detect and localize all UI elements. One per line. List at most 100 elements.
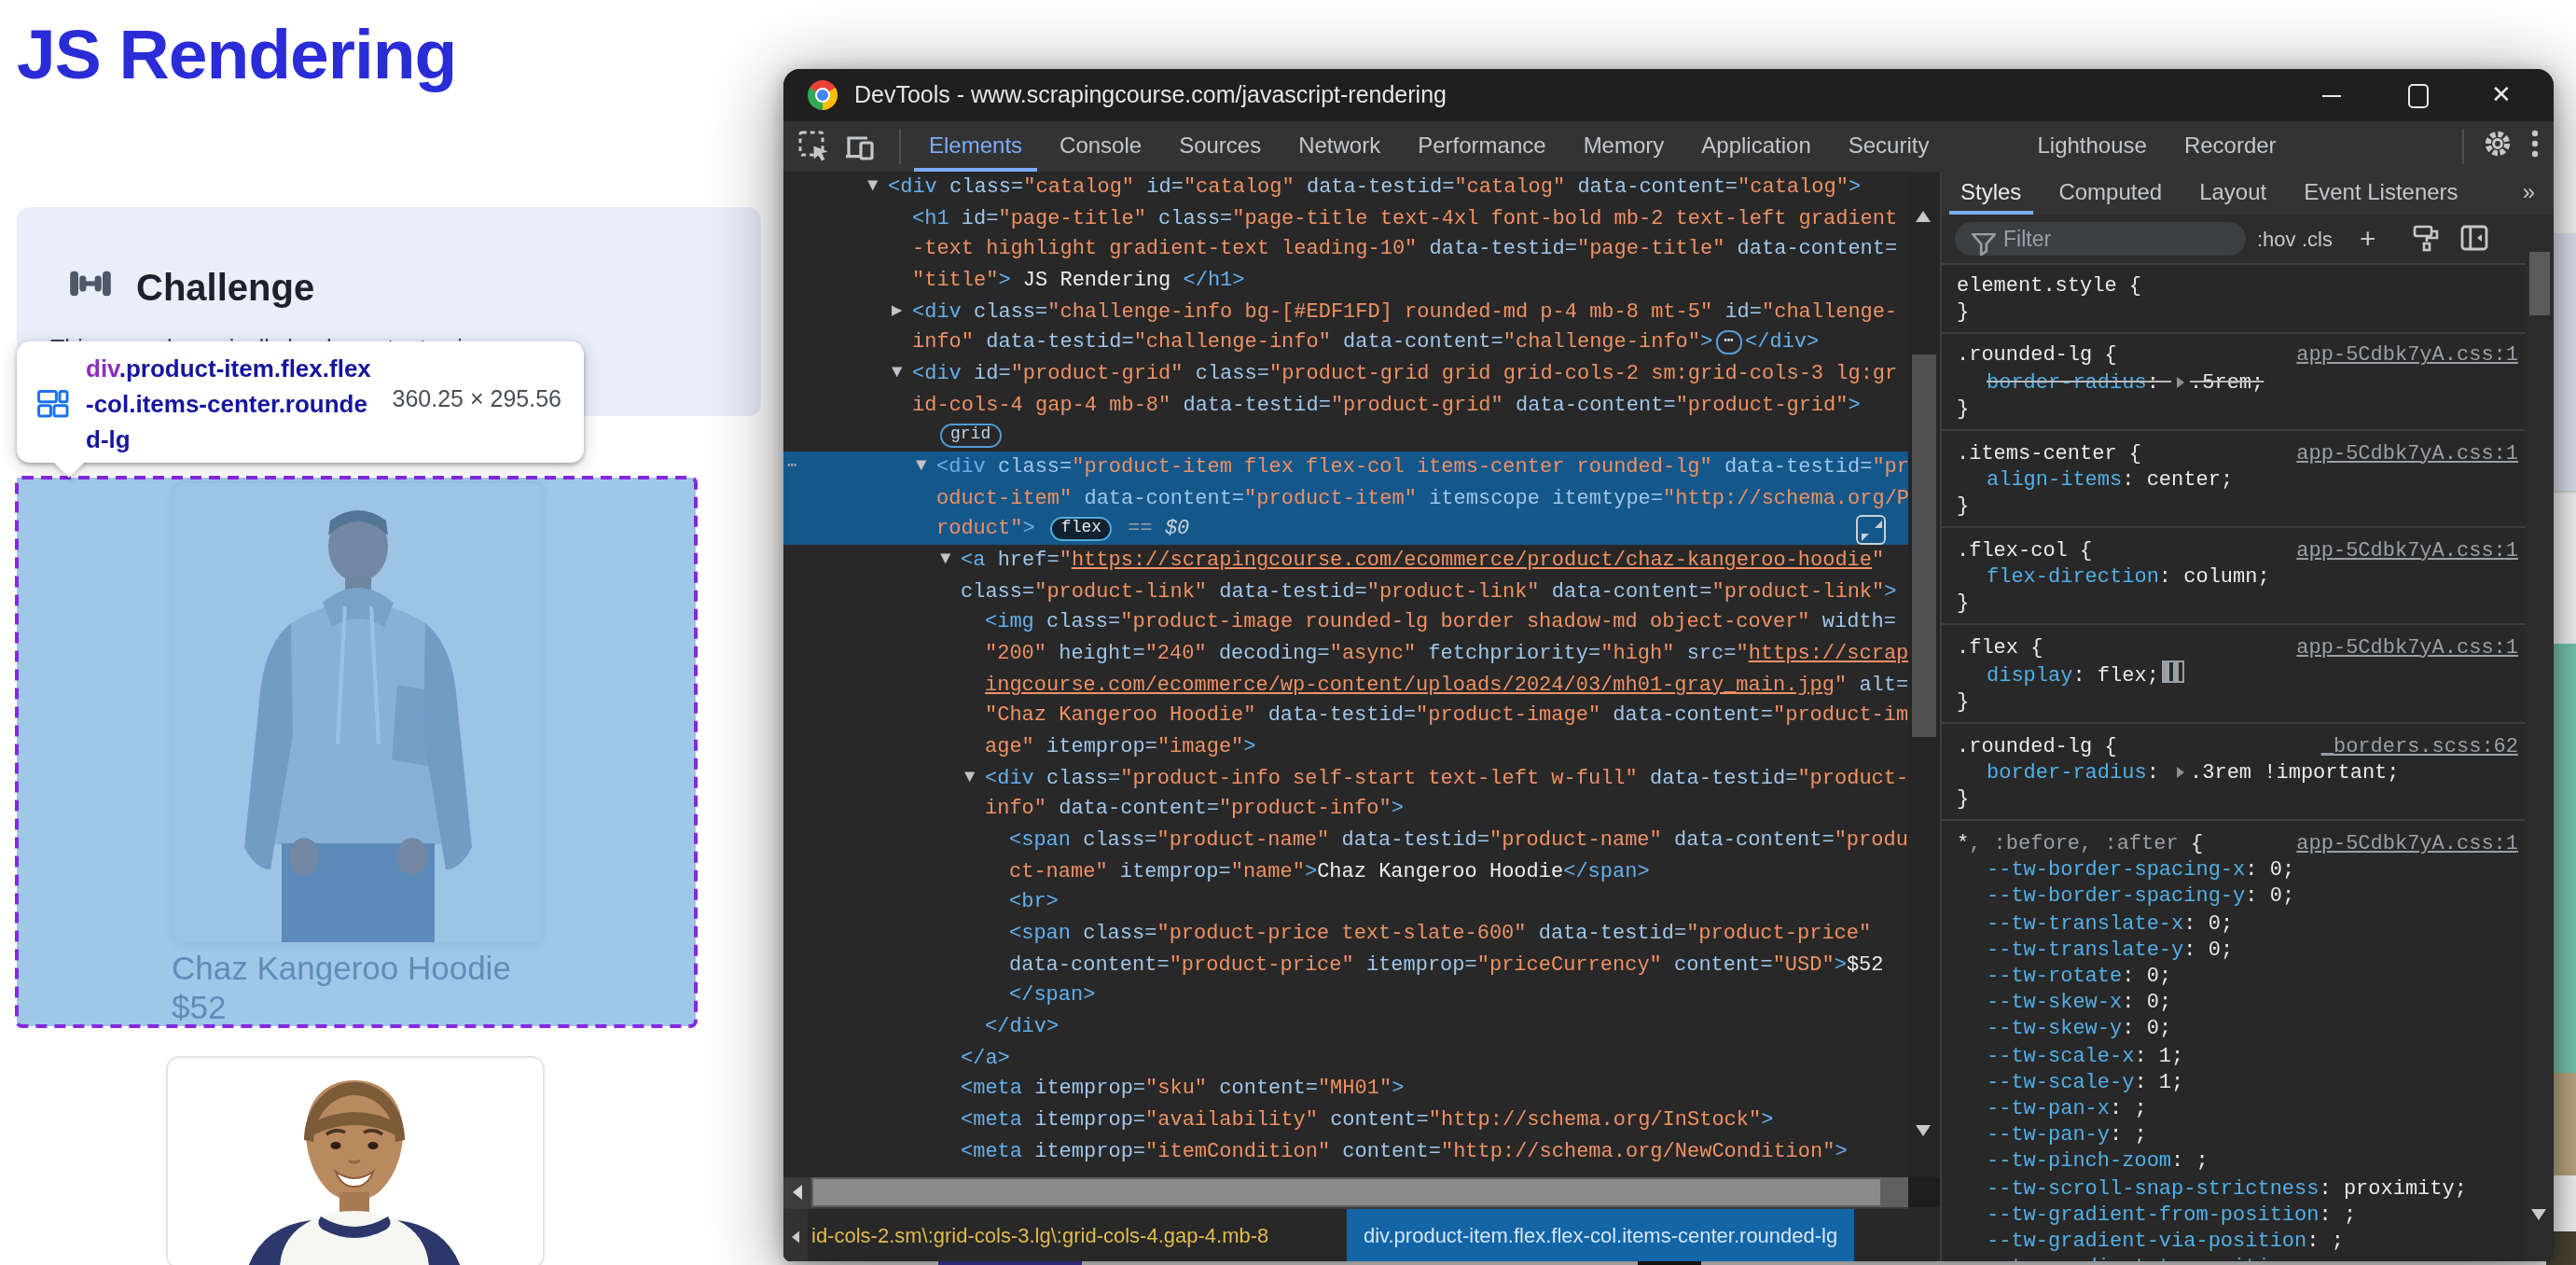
hidden-children-badge[interactable]: ⋯ xyxy=(1716,331,1741,354)
breadcrumb-scroll-left[interactable] xyxy=(783,1209,808,1261)
css-rule[interactable]: .items-center {app-5Cdbk7yA.css:1align-i… xyxy=(1942,431,2526,528)
flex-badge[interactable]: flex xyxy=(1051,517,1112,542)
sidebar-tab-layout[interactable]: Layout xyxy=(2181,172,2285,215)
css-property[interactable]: flex-direction: column; xyxy=(1957,563,2511,590)
code-line[interactable]: info" data-testid="challenge-info" data-… xyxy=(783,327,1908,358)
css-rule[interactable]: .rounded-lg {_borders.scss:62border-radi… xyxy=(1942,725,2526,822)
code-line[interactable]: </span> xyxy=(783,980,1908,1011)
stylesheet-link[interactable]: app-5Cdbk7yA.css:1 xyxy=(2296,830,2518,856)
device-toolbar-icon[interactable] xyxy=(845,131,877,162)
scroll-down-arrow[interactable] xyxy=(1916,1136,1931,1170)
stylesheet-link[interactable]: app-5Cdbk7yA.css:1 xyxy=(2296,439,2518,466)
css-rule[interactable]: element.style {} xyxy=(1942,263,2526,334)
hover-state-toggle[interactable]: :hov xyxy=(2257,215,2296,263)
new-style-rule-button[interactable]: + xyxy=(2360,215,2376,263)
styles-scroll-down-arrow[interactable] xyxy=(2531,1220,2546,1254)
code-line[interactable]: ▼<div class="product-info self-start tex… xyxy=(783,762,1908,793)
settings-gear-icon[interactable] xyxy=(2483,128,2513,165)
code-line[interactable]: </a> xyxy=(783,1043,1908,1074)
css-rule[interactable]: .flex-col {app-5Cdbk7yA.css:1flex-direct… xyxy=(1942,528,2526,625)
code-line[interactable]: oduct-item" data-content="product-item" … xyxy=(783,482,1908,513)
css-property[interactable]: --tw-scale-y: 1; xyxy=(1957,1069,2511,1095)
css-property[interactable]: --tw-gradient-to-position: ; xyxy=(1957,1254,2511,1261)
code-line[interactable]: grid xyxy=(783,421,1908,452)
breadcrumb-selected[interactable]: div.product-item.flex.flex-col.items-cen… xyxy=(1347,1209,1854,1261)
css-property[interactable]: border-radius: .3rem !important; xyxy=(1957,759,2511,785)
scroll-up-arrow[interactable] xyxy=(1916,179,1931,213)
css-property[interactable]: --tw-scale-x: 1; xyxy=(1957,1042,2511,1068)
stylesheet-link[interactable]: _borders.scss:62 xyxy=(2321,733,2518,759)
collapse-arrow-icon[interactable]: ▼ xyxy=(867,172,886,202)
collapse-arrow-icon[interactable]: ▼ xyxy=(892,358,910,389)
css-property[interactable]: --tw-pinch-zoom: ; xyxy=(1957,1148,2511,1175)
devtools-tab-elements[interactable]: Elements xyxy=(910,121,1041,172)
code-line[interactable]: "Chaz Kangeroo Hoodie" data-testid="prod… xyxy=(783,701,1908,731)
stylesheet-link[interactable]: app-5Cdbk7yA.css:1 xyxy=(2296,633,2518,660)
devtools-tab-application[interactable]: Application xyxy=(1683,121,1829,172)
flex-editor-icon[interactable] xyxy=(2163,660,2185,683)
css-property[interactable]: --tw-rotate: 0; xyxy=(1957,963,2511,989)
inspect-element-icon[interactable] xyxy=(798,131,830,162)
code-line[interactable]: ▼<div class="catalog" id="catalog" data-… xyxy=(783,172,1908,202)
devtools-tab-security[interactable]: Security xyxy=(1830,121,1948,172)
css-property[interactable]: --tw-skew-x: 0; xyxy=(1957,989,2511,1015)
code-line[interactable]: <meta itemprop="availability" content="h… xyxy=(783,1105,1908,1135)
code-line[interactable]: -text highlight gradient-text leading-10… xyxy=(783,234,1908,265)
horizontal-scrollbar-thumb[interactable] xyxy=(813,1179,1880,1205)
devtools-tab-lighthouse[interactable]: Lighthouse xyxy=(2018,121,2165,172)
code-line[interactable]: <br> xyxy=(783,887,1908,918)
styles-scroll-up-arrow[interactable] xyxy=(2531,222,2546,256)
css-rule[interactable]: .rounded-lg {app-5Cdbk7yA.css:1border-ra… xyxy=(1942,334,2526,431)
sidebar-tab-computed[interactable]: Computed xyxy=(2040,172,2181,215)
product-card-chaz-kangeroo-hoodie[interactable]: Chaz Kangeroo Hoodie $52 xyxy=(17,478,696,1026)
devtools-tab-memory[interactable]: Memory xyxy=(1565,121,1683,172)
code-line[interactable]: ▼⋯<div class="product-item flex flex-col… xyxy=(783,452,1908,482)
code-line[interactable]: roduct"> flex == $0 xyxy=(783,514,1908,545)
product-image-raglan-tee[interactable] xyxy=(166,1056,545,1265)
code-line[interactable]: ingcourse.com/ecommerce/wp-content/uploa… xyxy=(783,669,1908,700)
collapse-arrow-icon[interactable]: ▼ xyxy=(964,762,983,793)
code-line[interactable]: <span class="product-name" data-testid="… xyxy=(783,825,1908,855)
code-line[interactable]: <meta itemprop="sku" content="MH01"> xyxy=(783,1074,1908,1105)
devtools-tab-console[interactable]: Console xyxy=(1041,121,1160,172)
scroll-left-arrow[interactable] xyxy=(783,1177,811,1207)
sidebar-more-tabs-icon[interactable]: » xyxy=(2504,172,2554,215)
code-line[interactable]: data-content="product-price" itemprop="p… xyxy=(783,950,1908,980)
computed-panel-toggle-icon[interactable] xyxy=(2460,224,2488,259)
class-toggle[interactable]: .cls xyxy=(2302,215,2333,263)
code-line[interactable]: ▼<a href="https://scrapingcourse.com/eco… xyxy=(783,545,1908,576)
code-line[interactable]: ▼<div id="product-grid" class="product-g… xyxy=(783,358,1908,389)
rendering-emulation-icon[interactable] xyxy=(2412,224,2440,259)
css-property[interactable]: --tw-gradient-via-position: ; xyxy=(1957,1228,2511,1254)
code-line[interactable]: <meta itemprop="itemCondition" content="… xyxy=(783,1136,1908,1167)
breadcrumb-parent[interactable]: id-cols-2.sm\:grid-cols-3.lg\:grid-cols-… xyxy=(811,1209,1268,1261)
stylesheet-link[interactable]: app-5Cdbk7yA.css:1 xyxy=(2296,536,2518,563)
code-line[interactable]: ▶<div class="challenge-info bg-[#EDF1FD]… xyxy=(783,296,1908,327)
code-line[interactable]: </div> xyxy=(783,1011,1908,1042)
css-property[interactable]: display: flex; xyxy=(1957,660,2511,688)
maximize-button[interactable] xyxy=(2380,69,2455,121)
code-line[interactable]: age" itemprop="image"> xyxy=(783,731,1908,762)
stylesheet-link[interactable]: app-5Cdbk7yA.css:1 xyxy=(2296,342,2518,368)
code-line[interactable]: id-cols-4 gap-4 mb-8" data-testid="produ… xyxy=(783,389,1908,420)
css-property[interactable]: --tw-translate-x: 0; xyxy=(1957,910,2511,936)
code-line[interactable]: <h1 id="page-title" class="page-title te… xyxy=(783,202,1908,233)
selected-node-menu-dots[interactable]: ⋯ xyxy=(787,452,799,482)
css-property[interactable]: align-items: center; xyxy=(1957,466,2511,492)
styles-filter-input[interactable]: Filter xyxy=(1955,222,2246,256)
devtools-tab-sources[interactable]: Sources xyxy=(1160,121,1280,172)
minimize-button[interactable] xyxy=(2294,69,2369,121)
code-line[interactable]: info" data-content="product-info"> xyxy=(783,794,1908,825)
vertical-scrollbar-thumb[interactable] xyxy=(1912,354,1936,737)
code-line[interactable]: "title"> JS Rendering </h1> xyxy=(783,265,1908,296)
horizontal-scrollbar[interactable] xyxy=(783,1177,1908,1207)
css-property[interactable]: --tw-pan-y: ; xyxy=(1957,1121,2511,1147)
code-line[interactable]: <img class="product-image rounded-lg bor… xyxy=(783,607,1908,638)
code-line[interactable]: "200" height="240" decoding="async" fetc… xyxy=(783,638,1908,669)
code-line[interactable]: class="product-link" data-testid="produc… xyxy=(783,576,1908,606)
devtools-tab-performance[interactable]: Performance xyxy=(1399,121,1564,172)
css-property[interactable]: --tw-skew-y: 0; xyxy=(1957,1016,2511,1042)
styles-vertical-scrollbar[interactable] xyxy=(2526,215,2554,1261)
css-property[interactable]: --tw-border-spacing-x: 0; xyxy=(1957,856,2511,883)
styles-scrollbar-thumb[interactable] xyxy=(2529,252,2550,315)
